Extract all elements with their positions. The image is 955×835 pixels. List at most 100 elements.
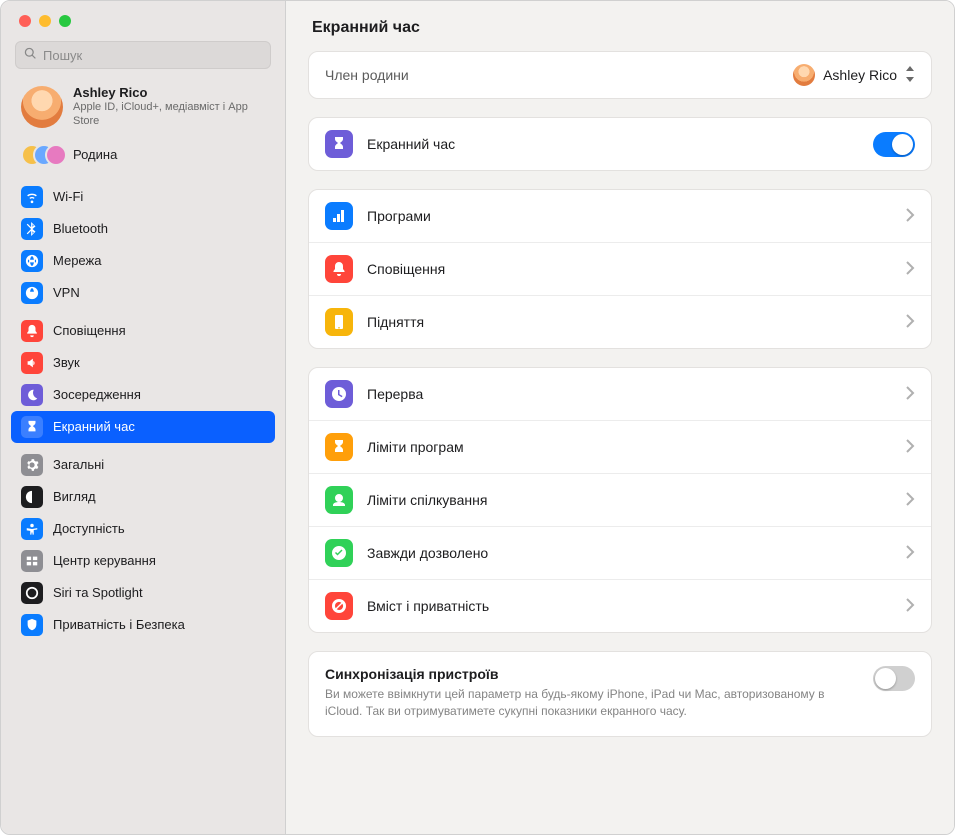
window-controls <box>1 1 285 37</box>
row-label: Ліміти спілкування <box>367 492 906 508</box>
apps-icon <box>325 202 353 230</box>
chevron-right-icon <box>906 598 915 615</box>
sidebar: Ashley Rico Apple ID, iCloud+, медіавміс… <box>1 1 286 834</box>
general-icon <box>21 454 43 476</box>
screentime-icon <box>21 416 43 438</box>
bluetooth-icon <box>21 218 43 240</box>
sidebar-item-label: Центр керування <box>53 553 156 568</box>
search-input[interactable] <box>43 48 262 63</box>
chevron-right-icon <box>906 386 915 403</box>
account-subtitle: Apple ID, iCloud+, медіавміст і App Stor… <box>73 100 269 129</box>
screen-time-label: Екранний час <box>367 136 873 152</box>
hourglass-icon <box>325 130 353 158</box>
sidebar-item-label: Вигляд <box>53 489 96 504</box>
row-pickups[interactable]: Підняття <box>309 296 931 348</box>
sync-title: Синхронізація пристроїв <box>325 666 873 682</box>
row-allowed[interactable]: Завжди дозволено <box>309 527 931 580</box>
sidebar-item-bluetooth[interactable]: Bluetooth <box>11 213 275 245</box>
pickups-icon <box>325 308 353 336</box>
usage-panel: Програми Сповіщення Підняття <box>308 189 932 349</box>
commlimits-icon <box>325 486 353 514</box>
screen-time-row: Екранний час <box>309 118 931 170</box>
sidebar-item-label: Загальні <box>53 457 104 472</box>
sidebar-item-privacy[interactable]: Приватність і Безпека <box>11 609 275 641</box>
content-icon <box>325 592 353 620</box>
notif-icon <box>325 255 353 283</box>
row-label: Програми <box>367 208 906 224</box>
sidebar-item-label: Wi-Fi <box>53 189 83 204</box>
sync-toggle[interactable] <box>873 666 915 691</box>
sidebar-item-general[interactable]: Загальні <box>11 449 275 481</box>
sync-description: Ви можете ввімкнути цей параметр на будь… <box>325 686 845 720</box>
chevron-right-icon <box>906 208 915 225</box>
row-commlimits[interactable]: Ліміти спілкування <box>309 474 931 527</box>
zoom-window-button[interactable] <box>59 15 71 27</box>
sidebar-item-label: Екранний час <box>53 419 135 434</box>
family-avatars-icon <box>21 143 63 167</box>
dropdown-arrows-icon <box>905 66 915 85</box>
search-field[interactable] <box>15 41 271 69</box>
sidebar-item-sound[interactable]: Звук <box>11 347 275 379</box>
sidebar-item-label: Зосередження <box>53 387 141 402</box>
row-apps[interactable]: Програми <box>309 190 931 243</box>
row-downtime[interactable]: Перерва <box>309 368 931 421</box>
account-avatar <box>21 86 63 128</box>
chevron-right-icon <box>906 545 915 562</box>
family-member-label: Член родини <box>325 67 793 83</box>
network-icon <box>21 250 43 272</box>
family-member-selector[interactable]: Член родини Ashley Rico <box>309 52 931 98</box>
chevron-right-icon <box>906 314 915 331</box>
sound-icon <box>21 352 43 374</box>
sidebar-item-screentime[interactable]: Екранний час <box>11 411 275 443</box>
applimits-icon <box>325 433 353 461</box>
sidebar-item-notifications[interactable]: Сповіщення <box>11 315 275 347</box>
sidebar-item-siri[interactable]: Siri та Spotlight <box>11 577 275 609</box>
account-name: Ashley Rico <box>73 85 269 100</box>
sidebar-item-family[interactable]: Родина <box>1 141 285 175</box>
search-icon <box>24 47 43 63</box>
row-label: Підняття <box>367 314 906 330</box>
minimize-window-button[interactable] <box>39 15 51 27</box>
chevron-right-icon <box>906 261 915 278</box>
sidebar-item-vpn[interactable]: VPN <box>11 277 275 309</box>
vpn-icon <box>21 282 43 304</box>
accessibility-icon <box>21 518 43 540</box>
row-notif[interactable]: Сповіщення <box>309 243 931 296</box>
member-name: Ashley Rico <box>823 67 897 83</box>
row-label: Сповіщення <box>367 261 906 277</box>
sidebar-item-label: Звук <box>53 355 80 370</box>
allowed-icon <box>325 539 353 567</box>
row-label: Перерва <box>367 386 906 402</box>
page-title: Екранний час <box>286 1 954 51</box>
sidebar-item-network[interactable]: Мережа <box>11 245 275 277</box>
row-content[interactable]: Вміст і приватність <box>309 580 931 632</box>
sidebar-item-controlcenter[interactable]: Центр керування <box>11 545 275 577</box>
sidebar-list: Wi-Fi Bluetooth Мережа VPN Сповіщення Звук Зос… <box>1 175 285 834</box>
apple-id-account[interactable]: Ashley Rico Apple ID, iCloud+, медіавміс… <box>1 79 285 141</box>
row-label: Ліміти програм <box>367 439 906 455</box>
chevron-right-icon <box>906 492 915 509</box>
focus-icon <box>21 384 43 406</box>
sidebar-item-appearance[interactable]: Вигляд <box>11 481 275 513</box>
downtime-icon <box>325 380 353 408</box>
member-avatar <box>793 64 815 86</box>
sidebar-item-wifi[interactable]: Wi-Fi <box>11 181 275 213</box>
family-label: Родина <box>73 147 117 162</box>
wifi-icon <box>21 186 43 208</box>
close-window-button[interactable] <box>19 15 31 27</box>
sidebar-item-label: Мережа <box>53 253 101 268</box>
siri-icon <box>21 582 43 604</box>
controlcenter-icon <box>21 550 43 572</box>
chevron-right-icon <box>906 439 915 456</box>
sidebar-item-label: Сповіщення <box>53 323 126 338</box>
screen-time-toggle[interactable] <box>873 132 915 157</box>
sidebar-item-accessibility[interactable]: Доступність <box>11 513 275 545</box>
row-label: Завжди дозволено <box>367 545 906 561</box>
sync-devices-section: Синхронізація пристроїв Ви можете ввімкн… <box>308 651 932 737</box>
notifications-icon <box>21 320 43 342</box>
row-label: Вміст і приватність <box>367 598 906 614</box>
row-applimits[interactable]: Ліміти програм <box>309 421 931 474</box>
main-pane: Екранний час Член родини Ashley Rico <box>286 1 954 834</box>
sidebar-item-focus[interactable]: Зосередження <box>11 379 275 411</box>
sidebar-item-label: Доступність <box>53 521 125 536</box>
